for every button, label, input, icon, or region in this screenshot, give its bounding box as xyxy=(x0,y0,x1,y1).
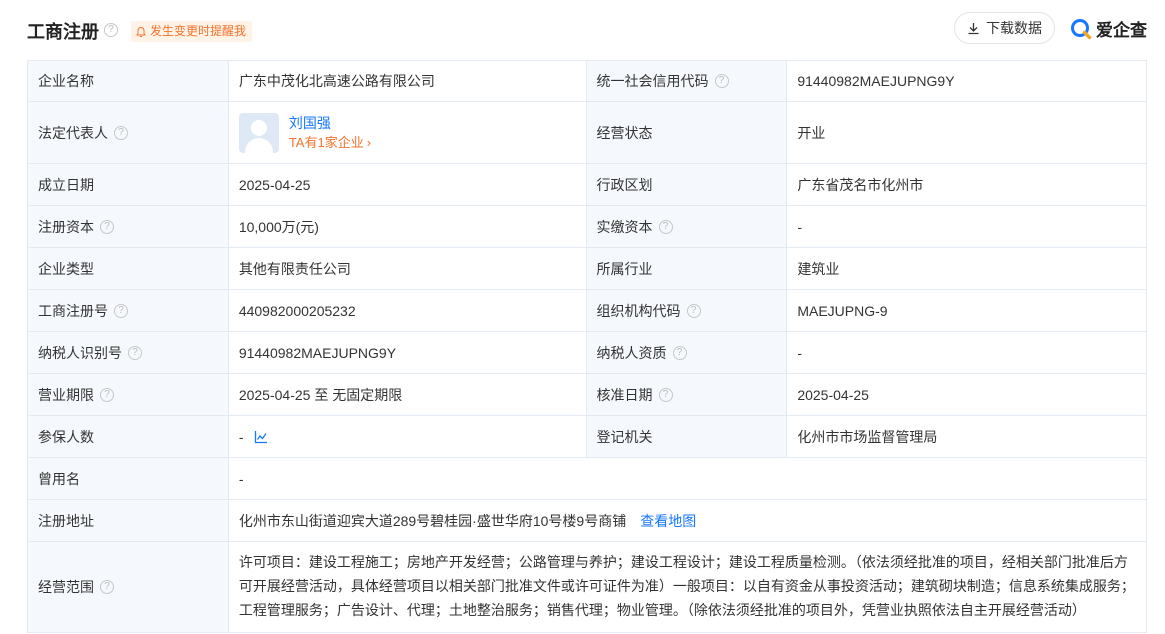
chevron-right-icon: › xyxy=(366,134,372,150)
registration-table: 企业名称 广东中茂化北高速公路有限公司 统一社会信用代码? 91440982MA… xyxy=(27,60,1147,633)
help-icon[interactable]: ? xyxy=(104,23,118,37)
value-business-status: 开业 xyxy=(787,102,1147,163)
label-business-term: 营业期限? xyxy=(28,374,229,415)
table-row: 曾用名 - xyxy=(28,458,1147,500)
table-row: 法定代表人? 刘国强 TA有1家企业 › 经营状态 开业 xyxy=(28,102,1147,164)
brand-logo[interactable]: 爱企查 xyxy=(1070,16,1147,41)
value-company-name: 广东中茂化北高速公路有限公司 xyxy=(229,61,587,101)
section-title: 工商注册 xyxy=(27,22,99,42)
magnifier-logo-icon xyxy=(1071,18,1092,39)
help-icon[interactable]: ? xyxy=(114,125,128,140)
help-icon[interactable]: ? xyxy=(686,303,701,318)
label-registration-authority: 登记机关 xyxy=(586,416,788,457)
brand-name: 爱企查 xyxy=(1096,21,1147,40)
help-icon[interactable]: ? xyxy=(114,303,128,318)
value-business-scope: 许可项目：建设工程施工；房地产开发经营；公路管理与养护；建设工程设计；建设工程质… xyxy=(229,542,1147,632)
value-admin-region: 广东省茂名市化州市 xyxy=(787,164,1147,205)
value-taxpayer-id: 91440982MAEJUPNG9Y xyxy=(229,332,587,373)
value-org-code: MAEJUPNG-9 xyxy=(787,290,1147,331)
table-row: 纳税人识别号? 91440982MAEJUPNG9Y 纳税人资质? - xyxy=(28,332,1147,374)
label-former-name: 曾用名 xyxy=(28,458,229,499)
label-business-scope: 经营范围? xyxy=(28,542,229,632)
label-credit-code: 统一社会信用代码? xyxy=(586,61,788,101)
value-legal-rep: 刘国强 TA有1家企业 › xyxy=(229,102,587,163)
change-alert-label: 发生变更时提醒我 xyxy=(150,24,247,38)
label-industry: 所属行业 xyxy=(586,248,788,289)
table-row: 经营范围? 许可项目：建设工程施工；房地产开发经营；公路管理与养护；建设工程设计… xyxy=(28,542,1147,633)
label-admin-region: 行政区划 xyxy=(586,164,788,205)
value-business-term: 2025-04-25 至 无固定期限 xyxy=(229,374,587,415)
help-icon[interactable]: ? xyxy=(714,74,729,88)
value-registered-capital: 10,000万(元) xyxy=(229,206,587,247)
table-row: 注册地址 化州市东山街道迎宾大道289号碧桂园·盛世华府10号楼9号商铺 查看地… xyxy=(28,500,1147,542)
label-business-status: 经营状态 xyxy=(586,102,788,163)
section-header: 工商注册 ? 发生变更时提醒我 下载数据 爱企查 xyxy=(0,0,1165,60)
value-credit-code: 91440982MAEJUPNG9Y xyxy=(787,61,1147,101)
value-former-name: - xyxy=(229,458,1147,499)
label-registered-capital: 注册资本? xyxy=(28,206,229,247)
value-founded-date: 2025-04-25 xyxy=(229,164,587,205)
avatar[interactable] xyxy=(238,112,279,153)
legal-rep-name-link[interactable]: 刘国强 xyxy=(289,113,371,133)
trend-chart-icon[interactable] xyxy=(254,430,268,444)
table-row: 工商注册号? 440982000205232 组织机构代码? MAEJUPNG-… xyxy=(28,290,1147,332)
value-paid-capital: - xyxy=(787,206,1147,247)
value-industry: 建筑业 xyxy=(787,248,1147,289)
label-legal-rep: 法定代表人? xyxy=(28,102,229,163)
download-data-button[interactable]: 下载数据 xyxy=(954,12,1055,44)
help-icon[interactable]: ? xyxy=(658,387,673,402)
bell-icon xyxy=(136,26,146,37)
value-registration-authority: 化州市市场监督管理局 xyxy=(787,416,1147,457)
label-registered-address: 注册地址 xyxy=(28,500,229,541)
label-insured-count: 参保人数 xyxy=(28,416,229,457)
table-row: 企业类型 其他有限责任公司 所属行业 建筑业 xyxy=(28,248,1147,290)
view-map-link[interactable]: 查看地图 xyxy=(640,511,696,531)
label-taxpayer-qualification: 纳税人资质? xyxy=(586,332,788,373)
label-company-name: 企业名称 xyxy=(28,61,229,101)
table-row: 注册资本? 10,000万(元) 实缴资本? - xyxy=(28,206,1147,248)
value-registered-address: 化州市东山街道迎宾大道289号碧桂园·盛世华府10号楼9号商铺 查看地图 xyxy=(229,500,1147,541)
download-icon xyxy=(968,22,979,34)
value-approval-date: 2025-04-25 xyxy=(787,374,1147,415)
help-icon[interactable]: ? xyxy=(100,580,114,594)
label-paid-capital: 实缴资本? xyxy=(586,206,788,247)
label-org-code: 组织机构代码? xyxy=(586,290,788,331)
value-taxpayer-qualification: - xyxy=(787,332,1147,373)
change-alert-button[interactable]: 发生变更时提醒我 xyxy=(131,21,253,42)
table-row: 参保人数 - 登记机关 化州市市场监督管理局 xyxy=(28,416,1147,458)
table-row: 营业期限? 2025-04-25 至 无固定期限 核准日期? 2025-04-2… xyxy=(28,374,1147,416)
value-company-type: 其他有限责任公司 xyxy=(229,248,587,289)
download-label: 下载数据 xyxy=(986,20,1042,36)
help-icon[interactable]: ? xyxy=(100,219,114,234)
label-registration-number: 工商注册号? xyxy=(28,290,229,331)
help-icon[interactable]: ? xyxy=(658,219,673,234)
legal-rep-companies-link[interactable]: TA有1家企业 › xyxy=(289,133,371,153)
value-registration-number: 440982000205232 xyxy=(229,290,587,331)
help-icon[interactable]: ? xyxy=(672,345,687,360)
table-row: 企业名称 广东中茂化北高速公路有限公司 统一社会信用代码? 91440982MA… xyxy=(28,61,1147,102)
label-taxpayer-id: 纳税人识别号? xyxy=(28,332,229,373)
table-row: 成立日期 2025-04-25 行政区划 广东省茂名市化州市 xyxy=(28,164,1147,206)
label-founded-date: 成立日期 xyxy=(28,164,229,205)
label-approval-date: 核准日期? xyxy=(586,374,788,415)
label-company-type: 企业类型 xyxy=(28,248,229,289)
help-icon[interactable]: ? xyxy=(100,387,114,402)
help-icon[interactable]: ? xyxy=(128,345,142,360)
value-insured-count: - xyxy=(229,416,587,457)
